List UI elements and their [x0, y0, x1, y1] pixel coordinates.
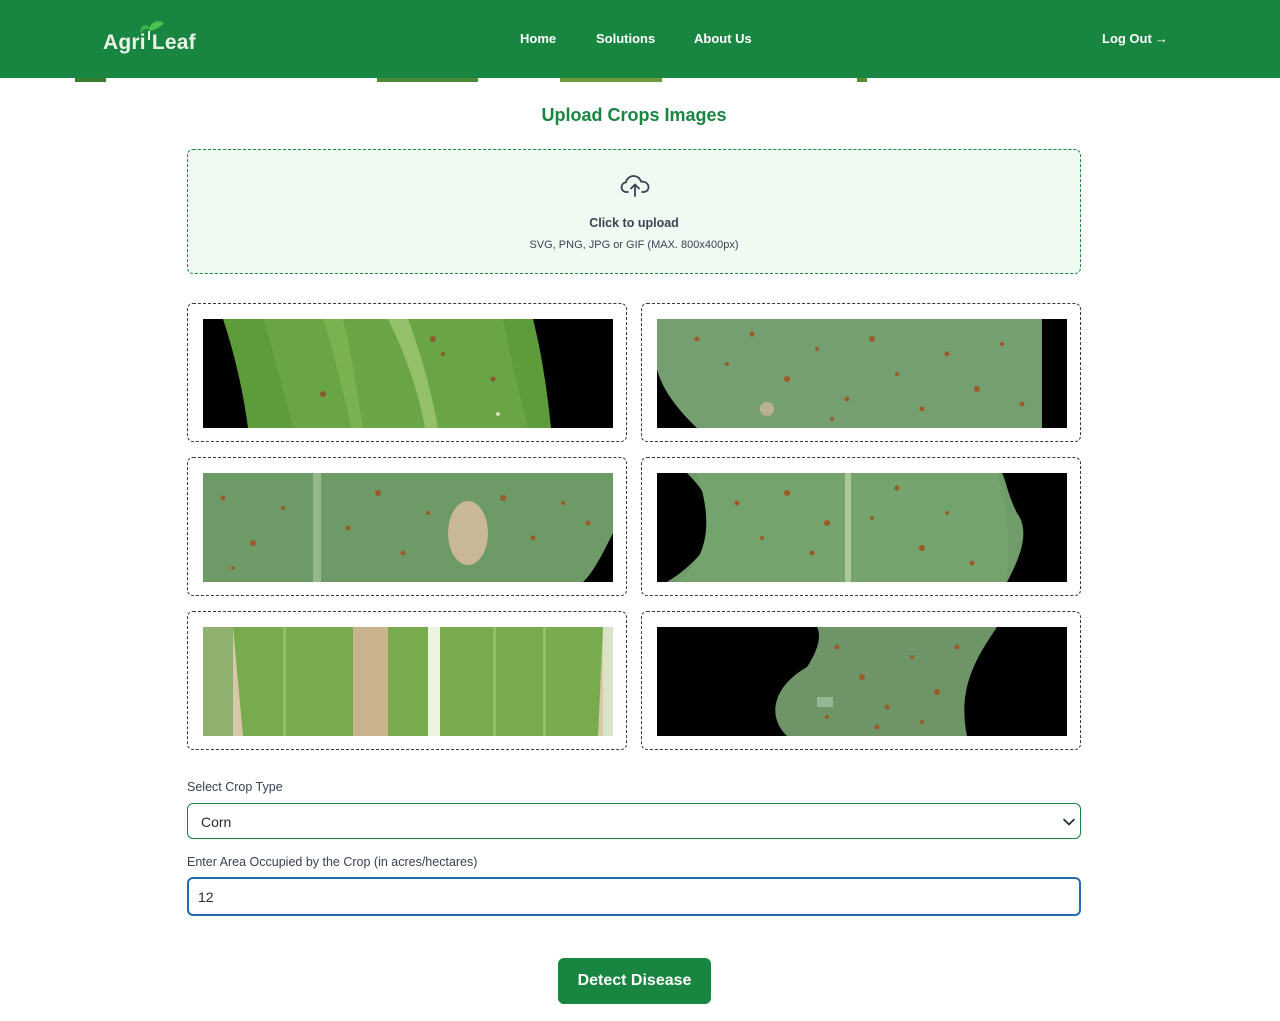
- logo[interactable]: Agri Leaf: [103, 18, 196, 60]
- navbar: Agri Leaf Home Solutions About Us Log Out…: [0, 0, 1280, 80]
- area-label: Enter Area Occupied by the Crop (in acre…: [187, 855, 478, 869]
- chevron-down-icon: [1063, 818, 1075, 826]
- logo-text-agri: Agri: [103, 31, 146, 54]
- upload-hint: SVG, PNG, JPG or GIF (MAX. 800x400px): [529, 239, 739, 251]
- uploaded-image-card: [187, 457, 627, 596]
- leaf-image: [657, 473, 1067, 582]
- logout-button[interactable]: Log Out →: [1102, 31, 1168, 46]
- cloud-upload-icon: [620, 175, 650, 197]
- arrow-right-icon: →: [1154, 31, 1168, 46]
- upload-dropzone[interactable]: Click to upload SVG, PNG, JPG or GIF (MA…: [187, 149, 1081, 274]
- header-bottom-strip: [0, 78, 1280, 82]
- detect-disease-button[interactable]: Detect Disease: [558, 958, 711, 1004]
- leaf-image: [657, 319, 1067, 428]
- page-title: Upload Crops Images: [541, 105, 727, 125]
- upload-label: Click to upload: [589, 216, 679, 230]
- uploaded-image-card: [187, 611, 627, 750]
- uploaded-image-card: [641, 303, 1081, 442]
- leaf-image: [657, 627, 1067, 736]
- nav-home[interactable]: Home: [520, 31, 556, 46]
- crop-type-label: Select Crop Type: [187, 780, 283, 794]
- uploaded-image-card: [641, 611, 1081, 750]
- uploaded-image-card: [187, 303, 627, 442]
- logo-text: Agri Leaf: [103, 31, 196, 55]
- logo-text-leaf: Leaf: [151, 31, 196, 54]
- leaf-image: [203, 473, 613, 582]
- area-input[interactable]: [187, 877, 1081, 916]
- crop-type-select[interactable]: Corn: [187, 803, 1081, 839]
- crop-type-value: Corn: [201, 814, 232, 830]
- nav-about-us[interactable]: About Us: [694, 31, 752, 46]
- logout-label: Log Out: [1102, 31, 1152, 46]
- nav-solutions[interactable]: Solutions: [596, 31, 655, 46]
- uploaded-image-card: [641, 457, 1081, 596]
- leaf-image: [203, 319, 613, 428]
- leaf-image: [203, 627, 613, 736]
